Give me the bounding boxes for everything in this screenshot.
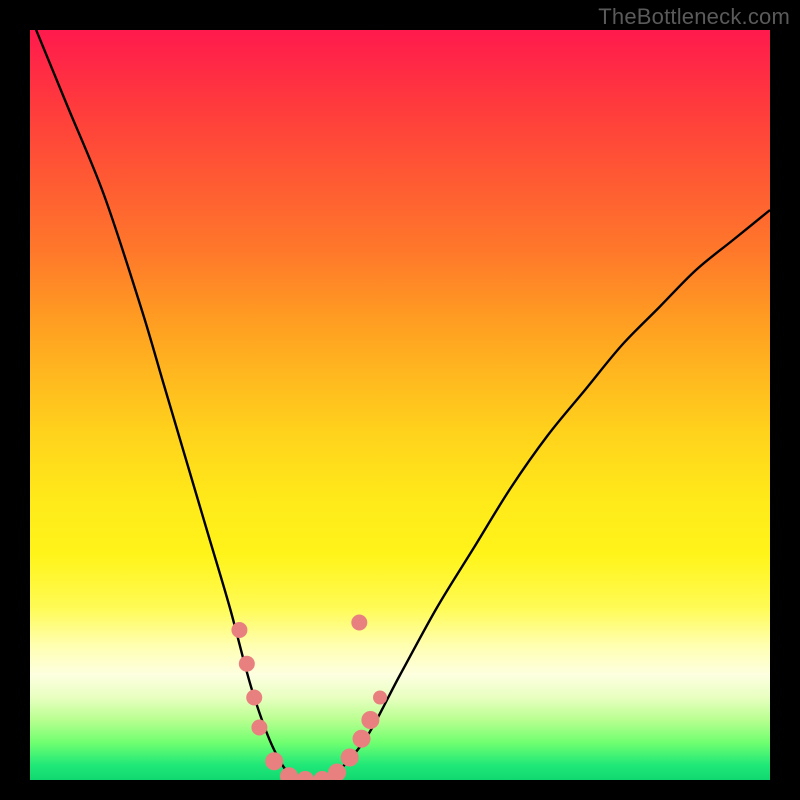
marker-point xyxy=(341,749,359,767)
watermark-text: TheBottleneck.com xyxy=(598,4,790,30)
marker-point xyxy=(239,656,255,672)
marker-point xyxy=(246,690,262,706)
chart-container: TheBottleneck.com xyxy=(0,0,800,800)
marker-point xyxy=(231,622,247,638)
marker-point xyxy=(296,771,314,780)
marker-point xyxy=(351,615,367,631)
marker-point xyxy=(361,711,379,729)
marker-point xyxy=(353,730,371,748)
marker-point xyxy=(265,752,283,770)
bottleneck-curve xyxy=(30,30,770,780)
plot-area xyxy=(30,30,770,780)
highlight-markers xyxy=(231,615,387,781)
curve-svg xyxy=(30,30,770,780)
marker-point xyxy=(251,720,267,736)
marker-point xyxy=(373,691,387,705)
marker-point xyxy=(280,767,298,780)
